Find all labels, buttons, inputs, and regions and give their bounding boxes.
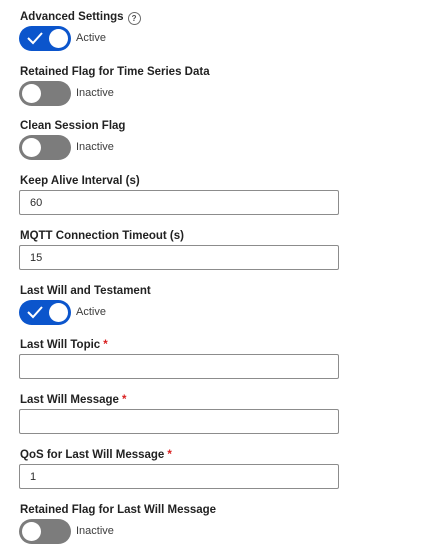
clean-session-label: Clean Session Flag [20,120,126,132]
last-will-topic-label-row: Last Will Topic * [20,339,108,351]
toggle-knob [22,84,41,103]
qos-label-row: QoS for Last Will Message * [20,449,172,461]
last-will-topic-input[interactable] [19,354,339,379]
required-marker: * [121,394,127,406]
retained-flag-lw-state: Inactive [76,525,114,537]
help-icon[interactable]: ? [127,12,141,25]
keep-alive-label: Keep Alive Interval (s) [20,175,140,187]
clean-session-toggle[interactable] [19,135,71,160]
last-will-topic-label: Last Will Topic [20,339,101,351]
retained-flag-ts-toggle[interactable] [19,81,71,106]
retained-flag-ts-label: Retained Flag for Time Series Data [20,66,210,78]
advanced-settings-toggle[interactable] [19,26,71,51]
toggle-knob [49,303,68,322]
keep-alive-input[interactable] [19,190,339,215]
required-marker: * [167,449,172,461]
checkmark-icon [27,306,43,319]
last-will-message-label-row: Last Will Message * [20,394,126,406]
last-will-state: Active [76,306,106,318]
qos-label: QoS for Last Will Message [20,449,165,461]
last-will-message-label: Last Will Message [20,394,119,406]
toggle-knob [22,138,41,157]
retained-flag-ts-state: Inactive [76,87,114,99]
mqtt-timeout-input[interactable] [19,245,339,270]
retained-flag-lw-label: Retained Flag for Last Will Message [20,504,217,516]
qos-input[interactable] [19,464,339,489]
last-will-toggle[interactable] [19,300,71,325]
last-will-message-input[interactable] [19,409,339,434]
mqtt-timeout-label: MQTT Connection Timeout (s) [20,230,184,242]
clean-session-state: Inactive [76,141,114,153]
advanced-settings-label-row: Advanced Settings? [20,11,141,25]
last-will-label: Last Will and Testament [20,285,151,297]
toggle-knob [49,29,68,48]
advanced-settings-label: Advanced Settings [20,11,124,23]
advanced-settings-state: Active [76,32,106,44]
checkmark-icon [27,32,43,45]
required-marker: * [103,339,108,351]
toggle-knob [22,522,41,541]
retained-flag-lw-toggle[interactable] [19,519,71,544]
